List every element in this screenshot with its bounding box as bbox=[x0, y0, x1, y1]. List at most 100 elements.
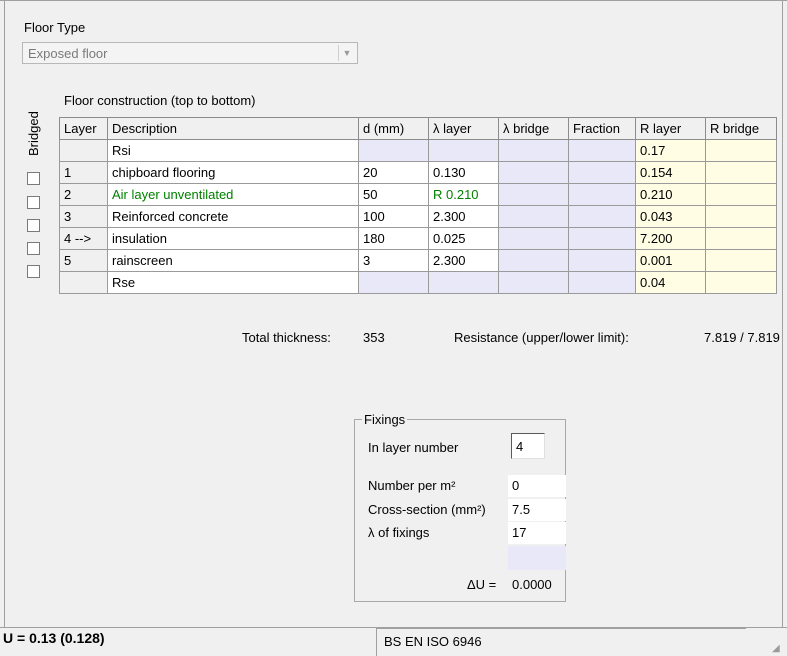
lambda-bridge-cell[interactable] bbox=[498, 161, 569, 184]
lambda-bridge-cell[interactable] bbox=[498, 205, 569, 228]
column-header-lambda-bridge[interactable]: λ bridge bbox=[498, 117, 569, 140]
layer-number-label: In layer number bbox=[368, 440, 459, 455]
resize-grip-icon[interactable]: ◢ bbox=[772, 643, 784, 655]
lambda-fixings-label: λ of fixings bbox=[368, 525, 430, 540]
r-bridge-cell bbox=[705, 249, 777, 272]
lambda-layer-cell[interactable]: R 0.210 bbox=[428, 183, 499, 206]
layer-number-cell[interactable]: 5 bbox=[59, 249, 108, 272]
bridged-checkbox-3[interactable] bbox=[27, 219, 40, 232]
layers-table: Layer Description d (mm) λ layer λ bridg… bbox=[59, 117, 777, 294]
thickness-cell[interactable]: 3 bbox=[358, 249, 429, 272]
r-layer-cell: 0.043 bbox=[635, 205, 706, 228]
lambda-bridge-cell[interactable] bbox=[498, 249, 569, 272]
r-layer-cell: 0.17 bbox=[635, 139, 706, 162]
column-header-layer[interactable]: Layer bbox=[59, 117, 108, 140]
lambda-layer-cell[interactable]: 0.130 bbox=[428, 161, 499, 184]
bridged-checkbox-4[interactable] bbox=[27, 242, 40, 255]
table-row[interactable]: 2 Air layer unventilated 50 R 0.210 0.21… bbox=[59, 183, 777, 206]
lambda-layer-cell[interactable]: 0.025 bbox=[428, 227, 499, 250]
delta-u-value: 0.0000 bbox=[512, 577, 552, 592]
r-bridge-cell bbox=[705, 227, 777, 250]
r-layer-cell: 0.001 bbox=[635, 249, 706, 272]
r-bridge-cell bbox=[705, 183, 777, 206]
description-cell[interactable]: Reinforced concrete bbox=[107, 205, 359, 228]
thickness-cell[interactable]: 100 bbox=[358, 205, 429, 228]
r-bridge-cell bbox=[705, 161, 777, 184]
r-bridge-cell bbox=[705, 271, 777, 294]
table-row[interactable]: Rse 0.04 bbox=[59, 271, 777, 294]
r-layer-cell: 7.200 bbox=[635, 227, 706, 250]
layer-number-cell[interactable] bbox=[59, 139, 108, 162]
standard-status: BS EN ISO 6946 bbox=[384, 634, 482, 649]
table-row[interactable]: 1 chipboard flooring 20 0.130 0.154 bbox=[59, 161, 777, 184]
floor-type-label: Floor Type bbox=[24, 20, 86, 35]
bridged-checkbox-1[interactable] bbox=[27, 172, 40, 185]
delta-u-label: ΔU = bbox=[467, 577, 497, 592]
u-value-status: U = 0.13 (0.128) bbox=[3, 630, 105, 646]
thickness-cell[interactable] bbox=[358, 271, 429, 294]
layer-number-cell[interactable] bbox=[59, 271, 108, 294]
lambda-bridge-cell[interactable] bbox=[498, 183, 569, 206]
lambda-bridge-cell[interactable] bbox=[498, 139, 569, 162]
fraction-cell[interactable] bbox=[568, 271, 636, 294]
table-row[interactable]: Rsi 0.17 bbox=[59, 139, 777, 162]
column-header-description[interactable]: Description bbox=[107, 117, 359, 140]
resistance-value: 7.819 / 7.819 bbox=[704, 330, 780, 345]
column-header-thickness[interactable]: d (mm) bbox=[358, 117, 429, 140]
table-row[interactable]: 4 --> insulation 180 0.025 7.200 bbox=[59, 227, 777, 250]
r-bridge-cell bbox=[705, 139, 777, 162]
description-cell[interactable]: chipboard flooring bbox=[107, 161, 359, 184]
fraction-cell[interactable] bbox=[568, 249, 636, 272]
description-cell[interactable]: Rse bbox=[107, 271, 359, 294]
layer-number-cell[interactable]: 4 --> bbox=[59, 227, 108, 250]
lambda-bridge-cell[interactable] bbox=[498, 271, 569, 294]
cross-section-label: Cross-section (mm²) bbox=[368, 502, 486, 517]
layer-number-cell[interactable]: 1 bbox=[59, 161, 108, 184]
fraction-cell[interactable] bbox=[568, 139, 636, 162]
chevron-down-icon[interactable]: ▼ bbox=[338, 45, 355, 61]
bridged-checkbox-2[interactable] bbox=[27, 196, 40, 209]
column-header-lambda-layer[interactable]: λ layer bbox=[428, 117, 499, 140]
thickness-cell[interactable]: 50 bbox=[358, 183, 429, 206]
r-layer-cell: 0.04 bbox=[635, 271, 706, 294]
thickness-cell[interactable]: 20 bbox=[358, 161, 429, 184]
total-thickness-label: Total thickness: bbox=[242, 330, 331, 345]
lambda-layer-cell[interactable]: 2.300 bbox=[428, 205, 499, 228]
table-row[interactable]: 3 Reinforced concrete 100 2.300 0.043 bbox=[59, 205, 777, 228]
fixings-computed-field bbox=[508, 546, 566, 570]
lambda-layer-cell[interactable] bbox=[428, 139, 499, 162]
lambda-fixings-input[interactable]: 17 bbox=[508, 522, 566, 544]
column-header-r-layer[interactable]: R layer bbox=[635, 117, 706, 140]
fraction-cell[interactable] bbox=[568, 161, 636, 184]
r-layer-cell: 0.154 bbox=[635, 161, 706, 184]
lambda-layer-cell[interactable]: 2.300 bbox=[428, 249, 499, 272]
lambda-layer-cell[interactable] bbox=[428, 271, 499, 294]
fraction-cell[interactable] bbox=[568, 227, 636, 250]
layer-number-input[interactable]: 4 bbox=[511, 433, 545, 459]
layer-number-cell[interactable]: 2 bbox=[59, 183, 108, 206]
fixings-title: Fixings bbox=[362, 412, 408, 427]
column-header-fraction[interactable]: Fraction bbox=[568, 117, 636, 140]
thickness-cell[interactable] bbox=[358, 139, 429, 162]
description-cell[interactable]: Air layer unventilated bbox=[107, 183, 359, 206]
r-bridge-cell bbox=[705, 205, 777, 228]
total-thickness-value: 353 bbox=[363, 330, 385, 345]
layer-number-cell[interactable]: 3 bbox=[59, 205, 108, 228]
cross-section-input[interactable]: 7.5 bbox=[508, 499, 566, 521]
bridged-checkbox-5[interactable] bbox=[27, 265, 40, 278]
bridged-column-label: Bridged bbox=[26, 111, 41, 156]
floor-type-dropdown[interactable]: Exposed floor ▼ bbox=[22, 42, 358, 64]
resistance-label: Resistance (upper/lower limit): bbox=[454, 330, 629, 345]
fraction-cell[interactable] bbox=[568, 183, 636, 206]
thickness-cell[interactable]: 180 bbox=[358, 227, 429, 250]
number-per-m2-input[interactable]: 0 bbox=[508, 475, 566, 497]
description-cell[interactable]: rainscreen bbox=[107, 249, 359, 272]
lambda-bridge-cell[interactable] bbox=[498, 227, 569, 250]
description-cell[interactable]: Rsi bbox=[107, 139, 359, 162]
fraction-cell[interactable] bbox=[568, 205, 636, 228]
column-header-r-bridge[interactable]: R bridge bbox=[705, 117, 777, 140]
table-row[interactable]: 5 rainscreen 3 2.300 0.001 bbox=[59, 249, 777, 272]
description-cell[interactable]: insulation bbox=[107, 227, 359, 250]
floor-type-value: Exposed floor bbox=[28, 46, 108, 61]
table-header-row: Layer Description d (mm) λ layer λ bridg… bbox=[59, 117, 777, 140]
